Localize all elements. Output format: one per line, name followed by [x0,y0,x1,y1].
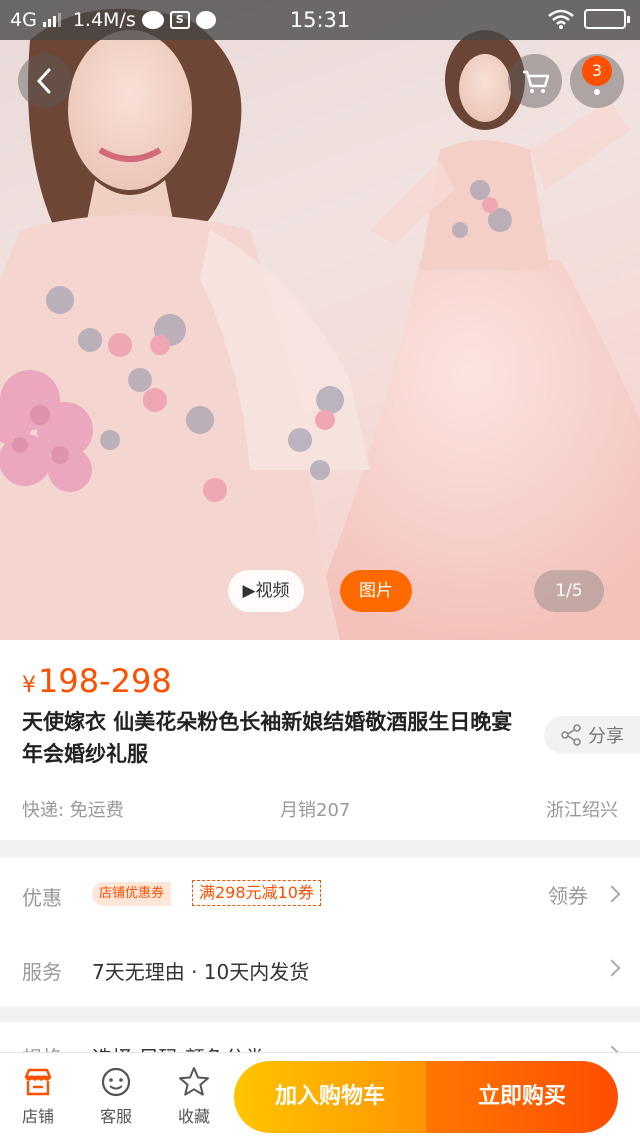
image-tab[interactable]: 图片 [340,570,412,612]
clock: 15:31 [289,8,351,32]
share-label: 分享 [588,726,624,747]
shop-coupon-tag: 店铺优惠券 [92,882,172,906]
promo-label: 优惠 [22,886,62,910]
monthly-sales: 月销207 [280,800,351,821]
shipping-info: 快递: 免运费 [22,800,124,821]
promo-row[interactable]: 优惠 店铺优惠券 满298元减10券 领券 [0,858,640,930]
currency-symbol: ¥ [22,673,36,698]
customer-service-label: 客服 [99,1107,132,1126]
favorite-button[interactable]: 收藏 [164,1065,224,1127]
product-title: 天使嫁衣 仙美花朵粉色长袖新娘结婚敬酒服生日晚宴年会婚纱礼服 [22,710,513,766]
price: ¥198-298 [22,662,172,700]
buy-now-button[interactable]: 立即购买 [426,1061,618,1133]
service-text: 7天无理由 · 10天内发货 [92,960,310,984]
share-icon [561,724,581,746]
customer-service-button[interactable]: 客服 [86,1065,146,1127]
shop-button[interactable]: 店铺 [8,1065,68,1127]
cart-button[interactable] [508,54,562,108]
battery-icon [584,9,630,29]
ship-from-location: 浙江绍兴 [546,800,618,821]
wifi-icon [548,9,574,29]
star-icon [179,1067,209,1096]
service-label: 服务 [22,960,62,984]
cart-icon [523,70,550,93]
back-icon [36,68,51,94]
video-tab[interactable]: ▶视频 [228,570,304,612]
favorite-label: 收藏 [177,1107,210,1126]
customer-service-icon [101,1067,131,1097]
chevron-right-icon [603,959,621,977]
status-bar-right [548,9,630,29]
service-row[interactable]: 服务 7天无理由 · 10天内发货 [0,930,640,1006]
coupon-badge: 满298元减10券 [192,880,321,906]
chevron-right-icon [603,885,621,903]
add-to-cart-button[interactable]: 加入购物车 [234,1061,426,1133]
get-coupon-link[interactable]: 领券 [548,880,588,909]
product-info: ¥198-298 天使嫁衣 仙美花朵粉色长袖新娘结婚敬酒服生日晚宴年会婚纱礼服 … [0,640,640,840]
shop-label: 店铺 [21,1107,54,1126]
status-bar: 4G 1.4M/s S 15:31 [0,0,640,40]
price-value: 198-298 [38,662,172,700]
shop-icon [24,1068,52,1096]
image-counter: 1/5 [534,570,604,612]
bottom-action-bar: 店铺 客服 收藏 加入购物车 立即购买 [0,1052,640,1138]
back-button[interactable] [18,54,72,108]
cart-count-badge: 3 [582,56,612,86]
share-button[interactable]: 分享 [544,716,640,754]
